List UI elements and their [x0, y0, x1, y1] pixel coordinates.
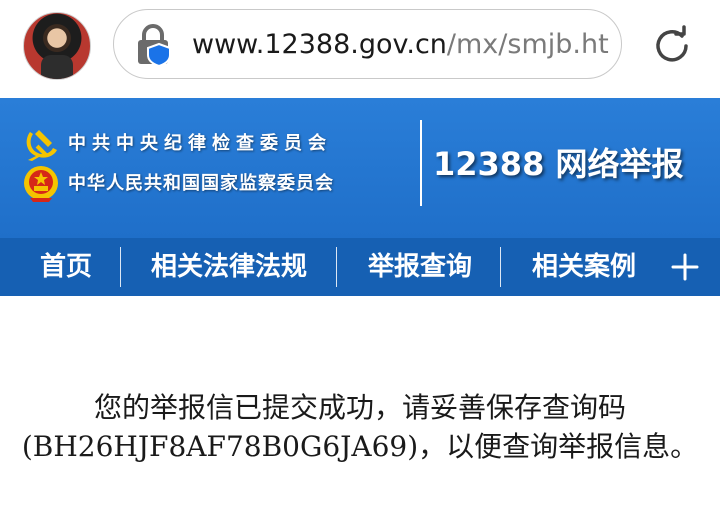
- nav-separator: [336, 247, 337, 287]
- nav-separator: [500, 247, 501, 287]
- national-emblem-icon: [24, 166, 58, 202]
- url-domain: www.12388.gov.cn: [192, 29, 447, 60]
- org-name-nsc: 中华人民共和国国家监察委员会: [68, 173, 334, 194]
- lock-shield-icon[interactable]: [135, 24, 175, 66]
- nav-item-cases[interactable]: 相关案例: [532, 238, 636, 296]
- url-text[interactable]: www.12388.gov.cn/mx/smjb.htr: [192, 27, 610, 63]
- reload-icon[interactable]: [651, 24, 693, 66]
- org-name-ccdi: 中共中央纪律检查委员会: [68, 133, 332, 154]
- browser-toolbar: www.12388.gov.cn/mx/smjb.htr: [0, 0, 720, 100]
- party-emblem-icon: [26, 130, 57, 161]
- nav-item-report-query[interactable]: 举报查询: [368, 238, 472, 296]
- address-bar[interactable]: www.12388.gov.cn/mx/smjb.htr: [113, 9, 622, 79]
- url-path: /mx/smjb.htr: [446, 29, 610, 60]
- avatar[interactable]: [23, 12, 91, 80]
- nav-item-home[interactable]: 首页: [40, 238, 92, 296]
- header-divider: [420, 120, 422, 206]
- nav-separator: [120, 247, 121, 287]
- submission-success-message: 您的举报信已提交成功，请妥善保存查询码(BH26HJF8AF78B0G6JA69…: [21, 391, 699, 463]
- nav-item-laws[interactable]: 相关法律法规: [151, 238, 307, 296]
- site-header: 中共中央纪律检查委员会 中华人民共和国国家监察委员会 12388 网络举报: [0, 98, 720, 238]
- site-title[interactable]: 12388 网络举报: [433, 144, 683, 184]
- plus-icon[interactable]: [670, 252, 700, 282]
- main-nav: 首页 相关法律法规 举报查询 相关案例: [0, 238, 720, 296]
